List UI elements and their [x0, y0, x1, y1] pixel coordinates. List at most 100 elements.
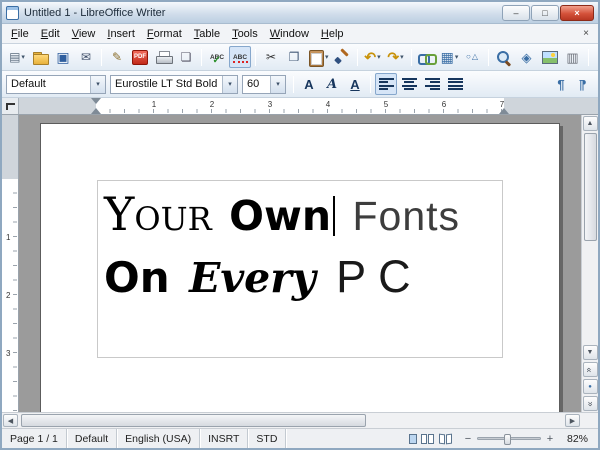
maximize-button[interactable]: □ — [531, 4, 559, 21]
scroll-left-icon[interactable]: ◀ — [3, 414, 18, 427]
horizontal-scroll-thumb[interactable] — [21, 414, 366, 427]
word-fonts[interactable]: Fonts — [353, 193, 461, 239]
menu-tools[interactable]: Tools — [226, 26, 264, 42]
status-page-style[interactable]: Default — [67, 429, 118, 448]
word-own[interactable]: Own — [229, 192, 331, 240]
dropdown-arrow-icon[interactable]: ▾ — [377, 53, 381, 61]
right-to-left-button[interactable]: ¶ — [572, 73, 594, 95]
save-button[interactable]: ▣ — [52, 46, 74, 68]
single-page-view-button[interactable] — [408, 433, 417, 444]
horizontal-scrollbar[interactable]: ◀ ▶ — [2, 412, 598, 428]
auto-spellcheck-button[interactable]: ABC — [229, 46, 251, 68]
word-your[interactable]: Your — [104, 187, 212, 241]
minimize-button[interactable]: – — [502, 4, 530, 21]
horizontal-scroll-track[interactable] — [19, 414, 564, 427]
gallery-button[interactable] — [539, 46, 561, 68]
document-line[interactable]: On Every PC — [104, 251, 496, 303]
page-preview-button[interactable]: ❏ — [175, 46, 197, 68]
vertical-ruler[interactable]: 1 2 3 — [2, 115, 19, 412]
document-page[interactable]: Your Own Fonts On Every PC — [40, 123, 560, 412]
italic-button[interactable]: A — [321, 73, 343, 95]
previous-page-button[interactable]: « — [582, 362, 598, 377]
tab-stop-selector[interactable] — [2, 98, 19, 114]
draw-functions-button[interactable]: ○△ — [462, 46, 484, 68]
formatting-marks-button[interactable]: ¶ — [593, 46, 598, 68]
next-page-button[interactable]: « — [582, 396, 598, 411]
edit-file-button[interactable]: ✎ — [106, 46, 128, 68]
spelling-button[interactable]: ABC — [206, 46, 228, 69]
justify-button[interactable] — [444, 73, 466, 95]
dropdown-arrow-icon[interactable]: ▾ — [455, 53, 459, 61]
align-center-button[interactable] — [398, 73, 420, 95]
combo-dropdown-icon[interactable]: ▾ — [222, 75, 237, 93]
align-right-button[interactable] — [421, 73, 443, 95]
left-to-right-button[interactable]: ¶ — [550, 73, 572, 95]
zoom-percent[interactable]: 82% — [559, 429, 598, 448]
format-paintbrush-button[interactable] — [331, 46, 353, 68]
data-sources-button[interactable]: ▥ — [562, 46, 584, 68]
first-line-indent-marker[interactable] — [91, 98, 101, 104]
status-selection-mode[interactable]: STD — [248, 429, 287, 448]
navigation-dot-button[interactable]: ● — [582, 379, 598, 394]
undo-button[interactable]: ↶ ▾ — [362, 46, 384, 68]
menu-table[interactable]: Table — [188, 26, 226, 42]
title-bar[interactable]: Untitled 1 - LibreOffice Writer – □ × — [2, 2, 598, 24]
multi-page-view-button[interactable] — [420, 433, 435, 444]
scroll-right-icon[interactable]: ▶ — [565, 414, 580, 427]
print-button[interactable] — [152, 46, 174, 68]
book-view-button[interactable] — [438, 433, 453, 444]
find-replace-button[interactable] — [493, 46, 515, 68]
align-left-button[interactable] — [375, 73, 397, 95]
underline-button[interactable]: A — [344, 73, 366, 95]
menu-edit[interactable]: Edit — [35, 26, 66, 42]
word-on[interactable]: On — [104, 253, 170, 302]
cut-button[interactable]: ✂ — [260, 46, 282, 68]
zoom-slider[interactable] — [476, 434, 541, 445]
zoom-out-button[interactable]: − — [463, 433, 473, 445]
dropdown-arrow-icon[interactable]: ▾ — [400, 53, 404, 61]
word-pc[interactable]: PC — [336, 251, 423, 302]
font-size-combo[interactable]: 60 ▾ — [242, 74, 286, 94]
word-every[interactable]: Every — [189, 254, 316, 302]
horizontal-ruler[interactable]: 1 2 3 4 5 6 7 — [19, 98, 598, 114]
right-indent-marker[interactable] — [499, 108, 509, 114]
new-document-button[interactable]: ▤ ▾ — [6, 46, 28, 68]
export-pdf-button[interactable]: PDF — [129, 46, 151, 68]
scroll-up-icon[interactable]: ▲ — [582, 116, 598, 131]
hyperlink-button[interactable] — [416, 46, 438, 68]
open-button[interactable] — [29, 46, 51, 68]
close-button[interactable]: × — [560, 4, 594, 21]
zoom-slider-thumb[interactable] — [504, 434, 512, 445]
menu-window[interactable]: Window — [264, 26, 315, 42]
menu-insert[interactable]: Insert — [101, 26, 141, 42]
vertical-scroll-thumb[interactable] — [583, 133, 597, 241]
status-language[interactable]: English (USA) — [117, 429, 201, 448]
left-indent-marker[interactable] — [91, 108, 101, 114]
email-document-button[interactable]: ✉ — [75, 46, 97, 68]
font-name-combo[interactable]: Eurostile LT Std Bold ▾ — [110, 74, 238, 94]
window-controls: – □ × — [502, 4, 594, 21]
close-document-icon[interactable]: × — [577, 28, 595, 39]
menu-view[interactable]: View — [66, 26, 102, 42]
paste-button[interactable]: ▾ — [306, 46, 330, 68]
dropdown-arrow-icon[interactable]: ▾ — [21, 53, 25, 61]
scroll-down-icon[interactable]: ▼ — [582, 345, 598, 360]
dropdown-arrow-icon[interactable]: ▾ — [325, 53, 329, 61]
paragraph-style-combo[interactable]: Default ▾ — [6, 74, 106, 94]
copy-button[interactable]: ❐ — [283, 46, 305, 68]
menu-help[interactable]: Help — [315, 26, 350, 42]
redo-button[interactable]: ↷ ▾ — [385, 46, 407, 68]
status-page-number[interactable]: Page 1 / 1 — [2, 429, 67, 448]
status-insert-mode[interactable]: INSRT — [200, 429, 249, 448]
combo-dropdown-icon[interactable]: ▾ — [270, 75, 285, 93]
document-area[interactable]: 1 2 3 Your Own Fonts On Every PC ▲ ▼ « ●… — [2, 115, 598, 412]
zoom-in-button[interactable]: + — [545, 433, 555, 445]
menu-file[interactable]: File — [5, 26, 35, 42]
navigator-button[interactable]: ◈ — [516, 46, 538, 68]
combo-dropdown-icon[interactable]: ▾ — [90, 75, 105, 93]
menu-format[interactable]: Format — [141, 26, 188, 42]
vertical-scrollbar[interactable]: ▲ ▼ « ● « — [581, 115, 598, 412]
document-line[interactable]: Your Own Fonts — [104, 187, 496, 241]
bold-button[interactable]: A — [298, 73, 320, 95]
insert-table-button[interactable]: ▦ ▾ — [439, 46, 461, 68]
